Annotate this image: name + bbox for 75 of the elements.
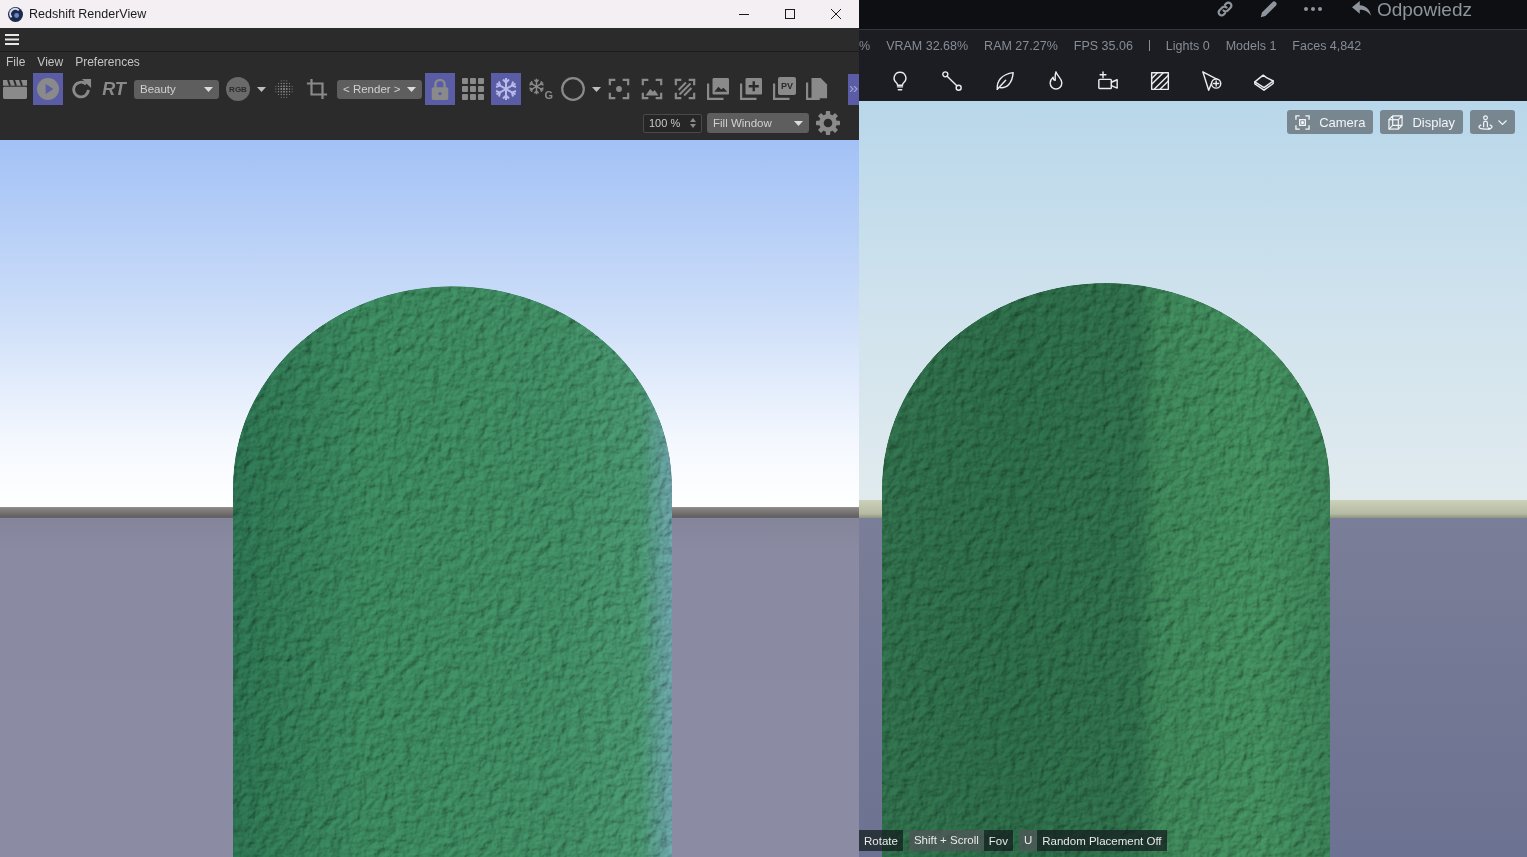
stat-label: RAM 27.27% [984, 38, 1058, 53]
play-icon [37, 78, 59, 100]
hatched-square-icon[interactable] [1150, 71, 1170, 91]
settings-icon[interactable] [816, 111, 840, 135]
documents-icon [806, 78, 828, 100]
hint-label: Fov [987, 834, 1009, 847]
hatched-square-icon [674, 78, 696, 100]
dotted-circle-icon [273, 78, 295, 100]
hint-label: Random Placement Off [1041, 834, 1163, 847]
stat-label: Models 1 [1225, 38, 1277, 53]
node-link-icon[interactable] [942, 71, 962, 91]
lock-icon [429, 78, 451, 100]
menu-button[interactable] [5, 34, 19, 45]
circle-icon [561, 77, 585, 101]
camera-button[interactable]: Camera [1287, 110, 1374, 134]
caret-icon[interactable] [592, 86, 601, 92]
stat-label: % [859, 38, 871, 53]
snowflake-icon [527, 77, 545, 95]
snowflake-button[interactable] [491, 73, 521, 105]
reply-arrow-icon [1351, 1, 1371, 17]
pencil-icon[interactable] [1259, 0, 1278, 18]
spinner-icon [690, 118, 696, 128]
stat-label: VRAM 32.68% [886, 38, 969, 53]
menu-item[interactable]: View [37, 55, 64, 69]
close-icon [831, 9, 841, 19]
zoom-field[interactable]: 100 % [643, 113, 702, 133]
orbit-menu-button[interactable] [1470, 110, 1515, 134]
camera-dropdown[interactable]: < Render > [337, 79, 422, 99]
chevron-down-icon [1498, 119, 1507, 125]
grid-icon [462, 78, 484, 100]
hint-label: Rotate [863, 834, 899, 847]
shortcut-key: Shift + Scroll [908, 830, 984, 851]
leaf-icon[interactable] [994, 71, 1014, 91]
add-camera-icon[interactable] [1098, 71, 1118, 91]
person-orbit-icon [1478, 114, 1493, 130]
double-chevron-icon [850, 86, 858, 92]
focus-frame-icon [608, 78, 630, 100]
refresh-icon [70, 78, 92, 100]
stat-label: Lights 0 [1165, 38, 1210, 53]
crop-icon [306, 78, 328, 100]
caret-icon [204, 86, 213, 92]
menu-icon [5, 34, 19, 45]
cube-icon [1388, 114, 1404, 130]
display-button[interactable]: Display [1380, 110, 1463, 134]
snowflake-icon [494, 77, 518, 101]
reply-button[interactable]: Odpowiedz [1351, 0, 1472, 20]
camera-frame-icon [1295, 114, 1311, 130]
circle-button[interactable] [561, 77, 585, 101]
menu-item[interactable]: File [6, 55, 26, 69]
add-pointer-icon[interactable] [1202, 71, 1222, 91]
caret-icon[interactable] [257, 86, 266, 92]
channel-button[interactable]: RGB [226, 77, 250, 101]
more-icon[interactable] [1303, 7, 1322, 11]
rt-toggle[interactable]: RT [99, 78, 129, 100]
window-title: Redshift RenderView [29, 7, 147, 21]
menu-item[interactable]: Preferences [75, 55, 140, 69]
image-stack-icon [707, 78, 729, 100]
app-logo-icon [8, 6, 23, 22]
image-frame-icon [641, 78, 663, 100]
stat-label: Faces 4,842 [1292, 38, 1362, 53]
pv-button[interactable]: PV [769, 73, 799, 105]
caret-icon [794, 120, 803, 126]
clapperboard-icon [3, 79, 27, 99]
shortcut-key: U [1018, 830, 1038, 851]
lightbulb-icon[interactable] [890, 71, 910, 91]
snowflake-g-button[interactable]: G [524, 73, 554, 105]
aov-dropdown[interactable]: Beauty [134, 79, 219, 99]
add-layer-icon [740, 78, 762, 100]
maximize-icon [785, 9, 795, 19]
expand-tab-button[interactable] [848, 73, 859, 105]
fit-dropdown[interactable]: Fill Window [707, 113, 809, 133]
caret-icon [407, 86, 416, 92]
minimize-icon [739, 13, 749, 15]
link-icon[interactable] [1215, 0, 1234, 18]
stat-label: FPS 35.06 [1073, 38, 1133, 53]
